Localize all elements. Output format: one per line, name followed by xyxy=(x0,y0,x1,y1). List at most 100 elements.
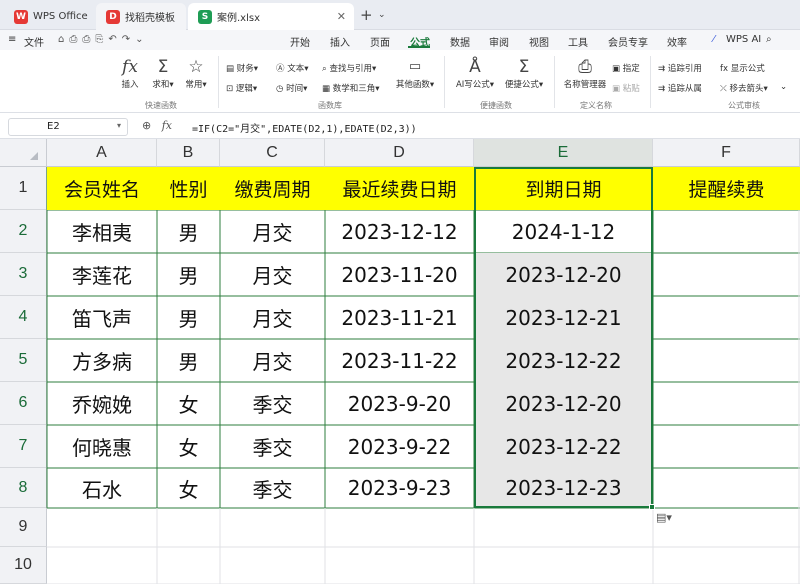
table-cell[interactable] xyxy=(653,339,800,382)
header-cell[interactable]: 性别 xyxy=(157,167,220,210)
tab-wps-office[interactable]: W WPS Office xyxy=(4,3,94,30)
table-cell[interactable]: 2023-11-20 xyxy=(325,253,474,296)
table-cell[interactable]: 2023-11-22 xyxy=(325,339,474,382)
table-cell[interactable]: 2023-12-21 xyxy=(474,296,653,339)
table-cell[interactable]: 男 xyxy=(157,210,220,253)
table-cell[interactable]: 月交 xyxy=(220,296,325,339)
table-cell[interactable]: 2023-12-12 xyxy=(325,210,474,253)
table-cell[interactable]: 女 xyxy=(157,468,220,508)
table-cell[interactable]: 笛飞声 xyxy=(47,296,157,339)
text-button[interactable]: Ⓐ 文本▾ xyxy=(276,62,309,74)
fill-handle[interactable] xyxy=(649,504,655,510)
menu-insert[interactable]: 插入 xyxy=(330,34,350,49)
name-box[interactable]: E2 ▾ xyxy=(8,118,128,136)
quick-access-toolbar[interactable]: ⌂⎙⎙⎘↶↷⌄ xyxy=(58,34,148,45)
new-tab-icon[interactable]: + xyxy=(360,6,373,24)
table-cell[interactable] xyxy=(653,253,800,296)
menu-review[interactable]: 审阅 xyxy=(489,34,509,49)
table-cell[interactable]: 李相夷 xyxy=(47,210,157,253)
menu-home[interactable]: 开始 xyxy=(290,34,310,49)
header-cell[interactable]: 最近续费日期 xyxy=(325,167,474,210)
table-cell[interactable]: 方多病 xyxy=(47,339,157,382)
table-cell[interactable]: 2023-9-20 xyxy=(325,382,474,425)
table-cell[interactable]: 2023-12-20 xyxy=(474,382,653,425)
table-cell[interactable]: 2023-12-22 xyxy=(474,339,653,382)
lookup-button[interactable]: ⌕ 查找与引用▾ xyxy=(322,62,376,74)
table-cell[interactable]: 月交 xyxy=(220,210,325,253)
table-cell[interactable]: 2023-12-23 xyxy=(474,468,653,508)
search-icon[interactable]: ⌕ xyxy=(766,34,772,45)
paste-options-icon[interactable]: ▤▾ xyxy=(656,511,672,524)
spreadsheet-grid[interactable]: ABCDEF 1 2 3 4 5 6 7 8 9 10 会员姓名 性别 缴费周期 最近续费日期 到期日期提… xyxy=(0,139,800,584)
table-cell[interactable]: 男 xyxy=(157,339,220,382)
trace-dependents-button[interactable]: ⇉ 追踪从属 xyxy=(658,82,702,94)
hamburger-icon[interactable]: ≡ xyxy=(8,34,16,45)
define-name-button[interactable]: ▣ 指定 xyxy=(612,62,640,74)
close-icon[interactable]: ✕ xyxy=(337,10,346,23)
table-cell[interactable]: 2023-12-20 xyxy=(474,253,653,296)
table-cell[interactable] xyxy=(653,210,800,253)
table-cell[interactable]: 季交 xyxy=(220,468,325,508)
trace-precedents-button[interactable]: ⇉ 追踪引用 xyxy=(658,62,702,74)
table-cell[interactable]: 月交 xyxy=(220,253,325,296)
chevron-down-icon[interactable]: ⌄ xyxy=(780,82,787,92)
table-cell[interactable]: 女 xyxy=(157,425,220,468)
group-label-easy: 便捷函数 xyxy=(480,101,512,110)
table-cell[interactable]: 男 xyxy=(157,253,220,296)
chevron-down-icon[interactable]: ⌄ xyxy=(378,10,386,20)
insert-function-button[interactable]: fx 插入 xyxy=(118,56,142,90)
other-functions-button[interactable]: ▭ 其他函数▾ xyxy=(392,56,438,90)
header-cell[interactable]: 到期日期 xyxy=(474,167,653,210)
table-cell[interactable]: 2023-11-21 xyxy=(325,296,474,339)
remove-arrows-button[interactable]: ⤫ 移去箭头▾ xyxy=(720,82,768,94)
table-cell[interactable] xyxy=(653,425,800,468)
table-cell[interactable]: 季交 xyxy=(220,382,325,425)
header-cell[interactable]: 提醒续费 xyxy=(653,167,800,210)
table-cell[interactable]: 季交 xyxy=(220,425,325,468)
table-cell[interactable] xyxy=(653,468,800,508)
table-cell[interactable]: 2023-9-22 xyxy=(325,425,474,468)
formula-input[interactable]: =IF(C2="月交",EDATE(D2,1),EDATE(D2,3)) xyxy=(192,120,417,135)
autosum-button[interactable]: Σ 求和▾ xyxy=(148,56,178,90)
table-cell[interactable]: 女 xyxy=(157,382,220,425)
menu-efficiency[interactable]: 效率 xyxy=(667,34,687,49)
common-functions-button[interactable]: ☆ 常用▾ xyxy=(180,56,212,90)
math-button[interactable]: ▦ 数学和三角▾ xyxy=(322,82,380,94)
table-cell[interactable]: 2023-12-22 xyxy=(474,425,653,468)
menu-wps-ai[interactable]: WPS AI xyxy=(726,34,761,45)
table-cell[interactable] xyxy=(653,382,800,425)
menu-member[interactable]: 会员专享 xyxy=(608,34,648,49)
menu-page[interactable]: 页面 xyxy=(370,34,390,49)
table-cell[interactable]: 月交 xyxy=(220,339,325,382)
menu-view[interactable]: 视图 xyxy=(529,34,549,49)
name-manager-button[interactable]: ⎙ 名称管理器 xyxy=(560,56,610,90)
logic-button[interactable]: ⊡ 逻辑▾ xyxy=(226,82,257,94)
tab-template[interactable]: D 找稻壳模板 xyxy=(96,3,186,30)
paste-names-button[interactable]: ▣ 粘贴 xyxy=(612,82,640,94)
menu-data[interactable]: 数据 xyxy=(450,34,470,49)
zoom-icon[interactable]: ⊕ xyxy=(142,119,151,132)
finance-button[interactable]: ▤ 财务▾ xyxy=(226,62,258,74)
table-cell[interactable]: 2023-9-23 xyxy=(325,468,474,508)
header-cell[interactable]: 会员姓名 xyxy=(47,167,157,210)
menu-tools[interactable]: 工具 xyxy=(568,34,588,49)
menu-file[interactable]: 文件 xyxy=(24,34,44,49)
fx-icon[interactable]: fx xyxy=(162,119,172,132)
table-cell[interactable]: 石水 xyxy=(47,468,157,508)
time-button[interactable]: ◷ 时间▾ xyxy=(276,82,307,94)
menu-bar: ≡ 文件 ⌂⎙⎙⎘↶↷⌄ 开始 插入 页面 公式 数据 审阅 视图 工具 会员专… xyxy=(0,30,800,50)
logic-label: 逻辑 xyxy=(235,84,253,94)
table-cell[interactable]: 2024-1-12 xyxy=(474,210,653,253)
ai-formula-button[interactable]: Å AI写公式▾ xyxy=(452,56,498,90)
table-cell[interactable]: 男 xyxy=(157,296,220,339)
fx-icon: fx xyxy=(122,57,138,77)
header-cell[interactable]: 缴费周期 xyxy=(220,167,325,210)
table-cell[interactable]: 何晓惠 xyxy=(47,425,157,468)
table-cell[interactable]: 李莲花 xyxy=(47,253,157,296)
table-cell[interactable] xyxy=(653,296,800,339)
show-formulas-button[interactable]: fx 显示公式 xyxy=(720,62,765,74)
chevron-down-icon[interactable]: ▾ xyxy=(117,121,121,130)
table-cell[interactable]: 乔婉娩 xyxy=(47,382,157,425)
quick-formula-button[interactable]: Σ 便捷公式▾ xyxy=(500,56,548,90)
tab-file[interactable]: S 案例.xlsx ✕ xyxy=(188,3,354,30)
